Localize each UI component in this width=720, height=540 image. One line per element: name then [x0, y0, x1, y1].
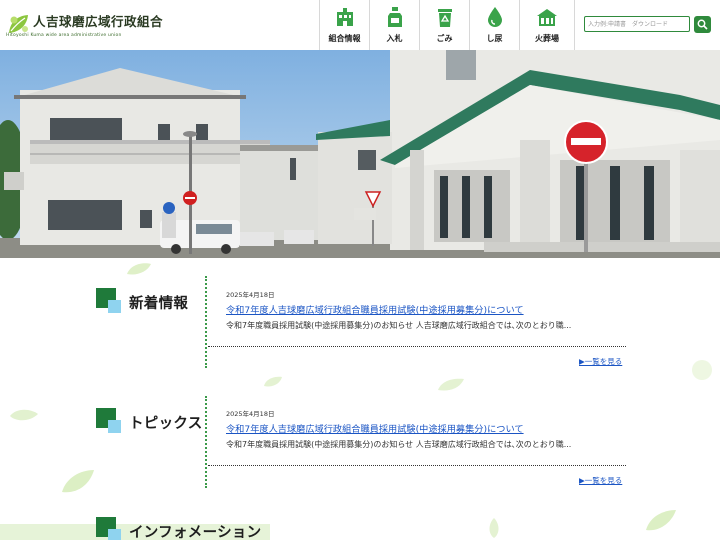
nav-label: 火葬場	[535, 34, 559, 43]
leaf-decoration-icon	[646, 510, 676, 531]
view-all-link[interactable]: ▶一覧を見る	[579, 475, 622, 486]
search-icon	[697, 19, 708, 30]
main-content: 新着情報 2025年4月18日 令和7年度人吉球磨広域行政組合職員採用試験(中途…	[0, 258, 720, 540]
section-title: トピックス	[129, 416, 203, 432]
leaf-decoration-icon	[438, 378, 464, 391]
section-title: インフォメーション	[129, 525, 262, 540]
item-excerpt: 令和7年度職員採用試験(中途採用募集分)のお知らせ 人吉球磨広域行政組合では､次…	[226, 440, 572, 449]
search-input[interactable]	[584, 16, 690, 32]
divider	[208, 465, 626, 466]
nav-item-union-info[interactable]: 組合情報	[319, 0, 369, 50]
section-marker-icon	[96, 288, 121, 313]
nav-item-garbage[interactable]: ごみ	[419, 0, 469, 50]
section-title: 新着情報	[129, 296, 189, 312]
nav-label: 組合情報	[328, 34, 361, 43]
nav-label: し尿	[486, 34, 503, 43]
leaf-decoration-icon	[264, 376, 282, 387]
news-item-link[interactable]: 令和7年度人吉球磨広域行政組合職員採用試験(中途採用募集分)について	[226, 302, 524, 316]
leaf-decoration-icon	[692, 360, 712, 380]
divider	[208, 346, 626, 347]
main-nav: 組合情報 入札 ごみ し尿 火葬場	[319, 0, 575, 50]
item-date: 2025年4月18日	[226, 410, 275, 418]
nav-item-bidding[interactable]: 入札	[369, 0, 419, 50]
site-header: 人吉球磨広域行政組合 Hitoyoshi Kuma wide area admi…	[0, 0, 720, 50]
leaf-decoration-icon	[10, 409, 38, 421]
search-button[interactable]	[694, 16, 711, 33]
site-subtitle: Hitoyoshi Kuma wide area administrative …	[6, 33, 122, 38]
view-all-link[interactable]: ▶一覧を見る	[579, 356, 622, 367]
leaf-decoration-icon	[489, 518, 499, 538]
nav-label: ごみ	[436, 34, 453, 43]
site-logo[interactable]: 人吉球磨広域行政組合 Hitoyoshi Kuma wide area admi…	[6, 8, 163, 42]
divider	[205, 276, 207, 368]
nav-item-sewage[interactable]: し尿	[469, 0, 519, 50]
leaf-decoration-icon	[127, 263, 151, 275]
divider	[205, 396, 207, 488]
site-title: 人吉球磨広域行政組合	[33, 14, 164, 29]
nav-label: 入札	[386, 34, 403, 43]
topic-item-link[interactable]: 令和7年度人吉球磨広域行政組合職員採用試験(中途採用募集分)について	[226, 421, 524, 435]
nav-item-crematorium[interactable]: 火葬場	[519, 0, 575, 50]
bottle-icon	[387, 7, 402, 27]
leaf-decoration-icon	[62, 470, 94, 493]
section-marker-icon	[96, 408, 121, 433]
office-building-photo	[0, 50, 720, 258]
section-marker-icon	[96, 517, 121, 540]
hero-image	[0, 50, 720, 258]
item-date: 2025年4月18日	[226, 291, 275, 299]
water-drop-icon	[487, 7, 502, 27]
building-icon	[336, 8, 353, 26]
recycle-bin-icon	[437, 9, 452, 27]
hall-icon	[537, 9, 557, 26]
item-excerpt: 令和7年度職員採用試験(中途採用募集分)のお知らせ 人吉球磨広域行政組合では､次…	[226, 321, 572, 330]
